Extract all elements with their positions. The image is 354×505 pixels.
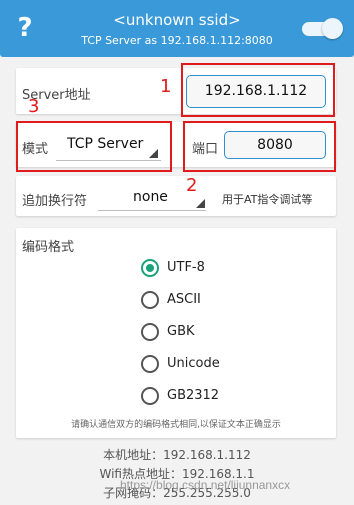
toggle-knob xyxy=(322,18,343,39)
radio-unicode[interactable] xyxy=(141,355,159,373)
encoding-title: 编码格式 xyxy=(22,240,75,255)
newline-select[interactable]: none xyxy=(133,189,168,205)
radio-gb2312[interactable] xyxy=(141,387,159,405)
radio-gbk[interactable] xyxy=(141,323,159,341)
port-label: 端口 xyxy=(192,142,219,157)
mode-select[interactable]: TCP Server xyxy=(67,136,143,152)
radio-utf8-label[interactable]: UTF-8 xyxy=(167,260,205,275)
radio-ascii-label[interactable]: ASCII xyxy=(167,292,201,307)
server-toggle[interactable] xyxy=(302,18,343,39)
encoding-note: 请确认通信双方的编码格式相同,以保证文本正确显示 xyxy=(71,420,281,430)
annotation-1: 1 xyxy=(160,76,172,97)
mode-label: 模式 xyxy=(22,142,49,157)
server-ip-field[interactable]: 192.168.1.112 xyxy=(186,75,326,108)
annotation-2: 2 xyxy=(186,175,198,196)
radio-unicode-label[interactable]: Unicode xyxy=(167,356,220,371)
radio-ascii[interactable] xyxy=(141,291,159,309)
newline-underline xyxy=(98,210,206,211)
question-icon[interactable]: ? xyxy=(11,13,39,43)
newline-label: 追加换行符 xyxy=(22,194,88,209)
annotation-3: 3 xyxy=(28,96,40,117)
port-field[interactable]: 8080 xyxy=(224,131,326,159)
watermark: https://blog.csdn.net/lijunnanxcx xyxy=(120,478,291,492)
local-ip-info: 本机地址：192.168.1.112 xyxy=(103,448,251,462)
mode-underline xyxy=(56,160,161,161)
server-status: TCP Server as 192.168.1.112:8080 xyxy=(81,34,273,47)
radio-utf8[interactable] xyxy=(141,259,159,277)
radio-gbk-label[interactable]: GBK xyxy=(167,324,195,339)
newline-hint: 用于AT指令调试等 xyxy=(222,193,313,206)
radio-gb2312-label[interactable]: GB2312 xyxy=(167,388,219,403)
ssid-title: <unknown ssid> xyxy=(113,11,241,29)
mode-dropdown-icon[interactable] xyxy=(149,149,158,158)
top-bar: ? <unknown ssid> TCP Server as 192.168.1… xyxy=(0,0,354,57)
newline-dropdown-icon[interactable] xyxy=(196,199,205,208)
